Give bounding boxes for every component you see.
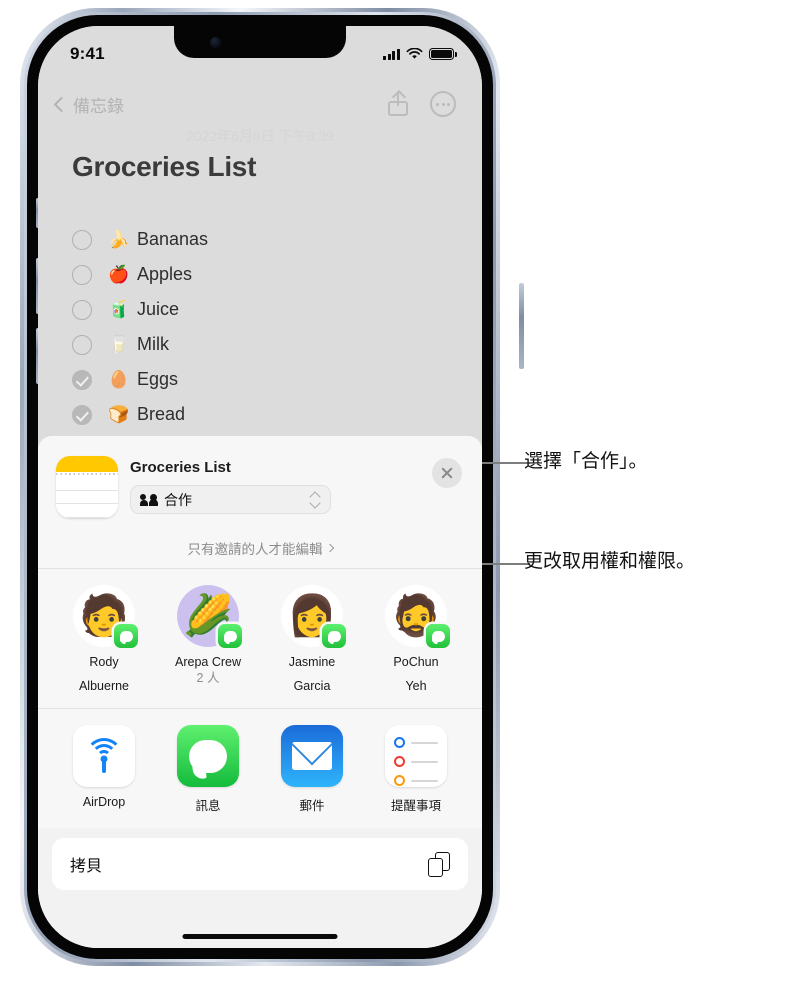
power-button[interactable] — [519, 283, 524, 369]
contact-item[interactable]: 🧑 Rody Albuerne — [59, 585, 149, 694]
mail-icon — [281, 725, 343, 788]
permissions-button[interactable]: 只有邀請的人才能編輯 — [38, 538, 482, 558]
checklist: 🍌 Bananas 🍎 Apples 🧃 Juice 🥛 Milk 🥚 Eggs… — [72, 222, 402, 432]
contact-name-line1: Jasmine — [288, 655, 336, 669]
app-label: 郵件 — [299, 799, 325, 814]
contact-name-line2: Yeh — [405, 678, 427, 693]
note-title: Groceries List — [72, 151, 257, 182]
screenshot-root: 9:41 備忘錄 2022年6月8日 下午8:39 Groceries List… — [0, 0, 793, 990]
reminders-icon — [385, 725, 447, 788]
status-time: 9:41 — [70, 44, 105, 63]
list-item[interactable]: 🍞 Bread — [72, 397, 402, 432]
share-target-airdrop[interactable]: AirDrop — [59, 725, 149, 809]
list-item[interactable]: 🥚 Eggs — [72, 362, 402, 397]
checkbox-icon[interactable] — [72, 229, 92, 250]
callout-text-1: 選擇「合作」。 — [524, 451, 648, 472]
copy-label: 拷貝 — [70, 858, 103, 876]
status-indicators — [383, 48, 457, 60]
messages-badge-icon — [426, 624, 450, 648]
front-camera-icon — [210, 37, 221, 48]
contact-name-line2: Garcia — [293, 678, 331, 693]
people-icon — [139, 493, 158, 506]
checkbox-icon[interactable] — [72, 264, 92, 285]
messages-badge-icon — [114, 624, 138, 648]
item-label: Apples — [137, 264, 193, 284]
share-target-messages[interactable]: 訊息 — [163, 725, 253, 814]
back-to-notes-button[interactable]: 備忘錄 — [53, 92, 124, 117]
iphone-frame: 9:41 備忘錄 2022年6月8日 下午8:39 Groceries List… — [20, 8, 524, 966]
copy-action-button[interactable]: 拷貝 — [52, 838, 468, 891]
phone-bezel: 9:41 備忘錄 2022年6月8日 下午8:39 Groceries List… — [27, 15, 493, 959]
checkbox-icon[interactable] — [72, 299, 92, 320]
checkbox-icon[interactable] — [72, 334, 92, 355]
airdrop-icon — [73, 725, 135, 788]
notch — [174, 26, 346, 58]
share-icon[interactable] — [388, 92, 408, 116]
ellipsis-circle-icon[interactable] — [430, 91, 456, 117]
collaborate-selector-button[interactable]: 合作 — [130, 485, 331, 514]
share-sheet-header: Groceries List 合作 只有邀請的人才能編輯 — [38, 436, 482, 568]
contact-name-line1: Rody — [89, 655, 119, 669]
item-label: Eggs — [137, 369, 179, 389]
app-label: 提醒事項 — [390, 799, 441, 814]
messages-badge-icon — [218, 624, 242, 648]
list-item[interactable]: 🥛 Milk — [72, 327, 402, 362]
up-down-chevron-icon — [310, 492, 321, 508]
item-emoji: 🧃 — [108, 300, 130, 319]
messages-icon — [177, 725, 239, 788]
messages-badge-icon — [322, 624, 346, 648]
contact-item[interactable]: 🌽 Arepa Crew 2 人 — [163, 585, 253, 686]
contact-member-count: 2 人 — [196, 670, 220, 685]
app-label: AirDrop — [82, 795, 126, 810]
collaborate-label: 合作 — [164, 491, 192, 508]
phone-band: 9:41 備忘錄 2022年6月8日 下午8:39 Groceries List… — [24, 12, 496, 962]
contact-item[interactable]: 👩 Jasmine Garcia — [267, 585, 357, 694]
chevron-left-icon — [53, 96, 70, 112]
callout-text-2: 更改取用權和權限。 — [524, 551, 696, 572]
shared-doc-title: Groceries List — [130, 459, 231, 476]
notes-app-icon — [56, 456, 118, 518]
permissions-label: 只有邀請的人才能編輯 — [187, 542, 323, 557]
item-emoji: 🥚 — [108, 370, 130, 389]
item-label: Milk — [137, 334, 169, 354]
item-emoji: 🥛 — [108, 335, 130, 354]
item-emoji: 🍌 — [108, 230, 130, 249]
app-label: 訊息 — [195, 799, 221, 814]
share-target-reminders[interactable]: 提醒事項 — [371, 725, 461, 814]
item-label: Bread — [137, 404, 186, 424]
list-item[interactable]: 🍌 Bananas — [72, 222, 402, 257]
item-label: Bananas — [137, 229, 209, 249]
note-date: 2022年6月8日 下午8:39 — [186, 128, 334, 144]
note-nav-bar: 備忘錄 — [38, 82, 482, 126]
back-label: 備忘錄 — [73, 96, 124, 116]
wifi-icon — [406, 48, 423, 59]
contact-name-line1: Arepa Crew — [175, 655, 241, 669]
contacts-row: 🧑 Rody Albuerne 🌽 Arepa Crew 2 人 👩 Jasmi… — [38, 569, 482, 709]
cellular-signal-icon — [383, 48, 400, 60]
contact-name-line2: Albuerne — [78, 678, 130, 693]
list-item[interactable]: 🍎 Apples — [72, 257, 402, 292]
actions-list: 拷貝 — [38, 828, 482, 891]
checkbox-checked-icon[interactable] — [72, 369, 92, 390]
share-target-mail[interactable]: 郵件 — [267, 725, 357, 814]
home-indicator[interactable] — [182, 934, 338, 939]
battery-icon — [429, 48, 457, 60]
checkbox-checked-icon[interactable] — [72, 404, 92, 425]
item-emoji: 🍎 — [108, 265, 130, 284]
copy-icon — [428, 851, 450, 877]
contact-item[interactable]: 🧔 PoChun Yeh — [371, 585, 461, 694]
chevron-right-icon — [325, 543, 334, 553]
item-emoji: 🍞 — [108, 405, 130, 424]
list-item[interactable]: 🧃 Juice — [72, 292, 402, 327]
apps-row: AirDrop 訊息 郵件 提醒事項 — [38, 709, 482, 829]
item-label: Juice — [137, 299, 180, 319]
contact-name-line1: PoChun — [393, 655, 439, 669]
share-sheet: Groceries List 合作 只有邀請的人才能編輯 🧑 Rody Albu… — [38, 436, 482, 948]
close-icon[interactable] — [432, 458, 462, 488]
phone-screen: 9:41 備忘錄 2022年6月8日 下午8:39 Groceries List… — [38, 26, 482, 948]
